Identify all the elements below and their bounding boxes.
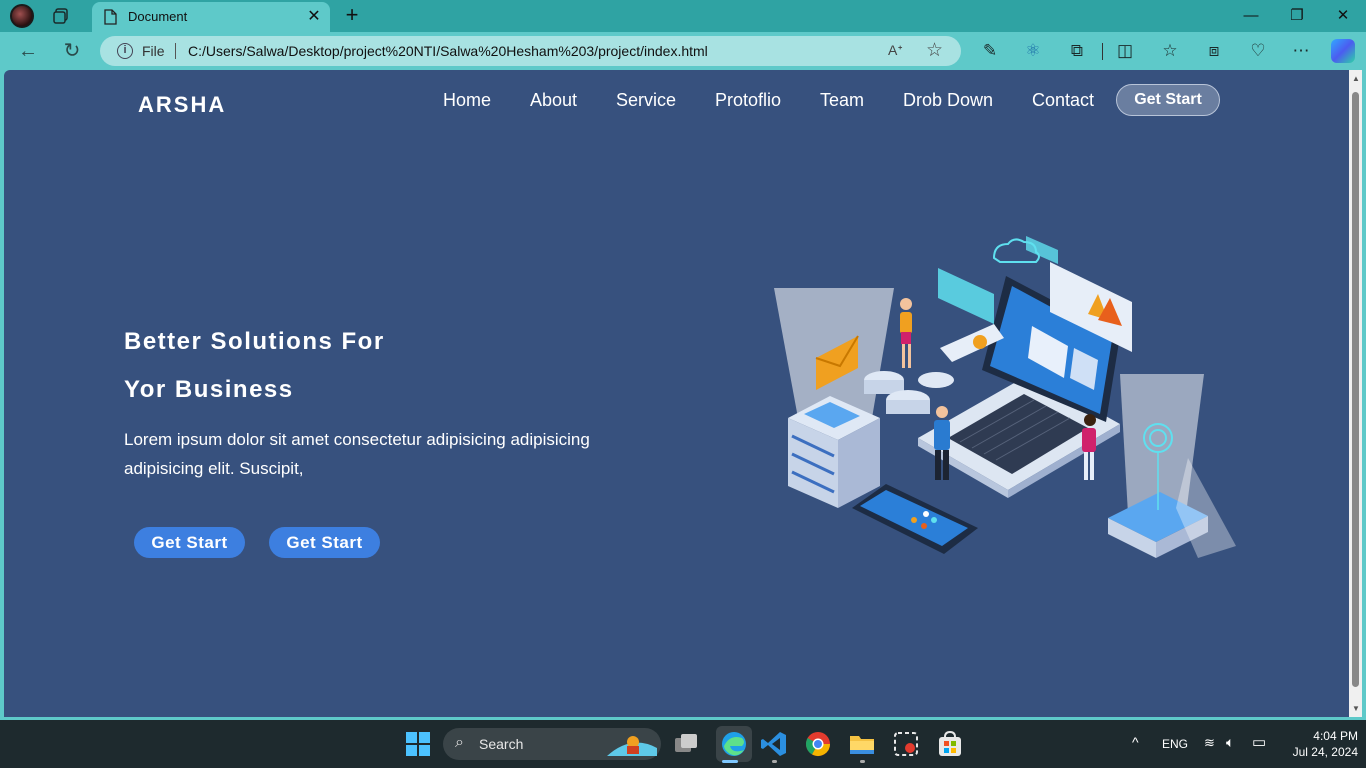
scroll-down-icon[interactable]: ▼ <box>1352 704 1360 713</box>
edge-icon[interactable] <box>720 730 748 758</box>
toolbar-divider <box>1102 43 1103 60</box>
explorer-open-indicator <box>860 760 865 763</box>
chevron-up-icon[interactable]: ^ <box>1132 734 1139 750</box>
profile-avatar[interactable] <box>10 4 34 28</box>
get-start-button-2[interactable]: Get Start <box>269 527 380 558</box>
refresh-icon[interactable]: ↻ <box>58 38 86 64</box>
close-window-icon[interactable]: ✕ <box>1320 0 1366 32</box>
language-indicator[interactable]: ENG <box>1162 737 1188 751</box>
scroll-thumb[interactable] <box>1352 92 1359 687</box>
url-text[interactable]: C:/Users/Salwa/Desktop/project%20NTI/Sal… <box>188 43 708 59</box>
search-label: Search <box>479 736 524 752</box>
windows-start-icon[interactable] <box>404 730 432 758</box>
workspaces-icon[interactable] <box>52 7 70 25</box>
hero-title-line2: Yor Business <box>124 376 294 403</box>
page-viewport: ARSHA Home About Service Protoflio Team … <box>4 70 1349 717</box>
volume-icon[interactable]: 🔈︎ <box>1226 734 1234 751</box>
hero-illustration <box>774 236 1236 558</box>
favorite-star-icon[interactable]: ☆ <box>926 39 943 62</box>
page-scrollbar[interactable]: ▲ ▼ <box>1349 70 1362 717</box>
extensions-icon[interactable]: ⧉ <box>1066 40 1088 62</box>
search-highlight-icon <box>607 736 657 756</box>
microsoft-store-icon[interactable] <box>936 730 964 758</box>
minimize-icon[interactable]: — <box>1228 0 1274 32</box>
taskbar-clock[interactable]: 4:04 PM Jul 24, 2024 <box>1268 728 1358 760</box>
windows-taskbar: ⌕ Search ^ ENG ≋ 🔈︎ ▭ 4:04 PM Jul 24, 20… <box>0 720 1366 768</box>
document-icon <box>104 9 117 25</box>
copilot-icon[interactable] <box>1331 39 1355 63</box>
vscode-icon[interactable] <box>760 730 788 758</box>
close-tab-icon[interactable]: ✕ <box>304 7 324 27</box>
info-icon[interactable]: i <box>117 43 133 59</box>
scheme-label: File <box>142 43 165 59</box>
more-menu-icon[interactable]: ⋯ <box>1290 40 1312 62</box>
file-explorer-icon[interactable] <box>848 730 876 758</box>
new-tab-icon[interactable]: + <box>340 4 364 28</box>
edge-active-indicator <box>722 760 738 763</box>
snipping-tool-icon[interactable] <box>892 730 920 758</box>
clock-time: 4:04 PM <box>1313 729 1358 743</box>
chrome-icon[interactable] <box>804 730 832 758</box>
hero-title-line1: Better Solutions For <box>124 328 385 355</box>
task-view-icon[interactable] <box>672 730 700 758</box>
omnibox-divider <box>175 43 176 59</box>
tab-title: Document <box>128 9 188 24</box>
nav-contact[interactable]: Contact <box>1032 90 1094 111</box>
get-start-button-1[interactable]: Get Start <box>134 527 245 558</box>
favorites-icon[interactable]: ☆ <box>1159 40 1181 62</box>
tab-document[interactable]: Document ✕ <box>92 2 330 32</box>
address-toolbar: ← ↻ i File C:/Users/Salwa/Desktop/projec… <box>0 32 1366 70</box>
site-logo[interactable]: ARSHA <box>138 92 226 118</box>
nav-portfolio[interactable]: Protoflio <box>715 90 781 111</box>
browser-tab-bar: Document ✕ + — ❐ ✕ <box>0 0 1366 32</box>
hero-text: Lorem ipsum dolor sit amet consectetur a… <box>124 430 590 478</box>
taskbar-search[interactable]: ⌕ Search <box>443 728 661 760</box>
back-icon[interactable]: ← <box>14 38 42 64</box>
nav-service[interactable]: Service <box>616 90 676 111</box>
get-start-nav-button[interactable]: Get Start <box>1116 84 1220 116</box>
scroll-up-icon[interactable]: ▲ <box>1352 74 1360 83</box>
nav-home[interactable]: Home <box>443 90 491 111</box>
clock-date: Jul 24, 2024 <box>1292 745 1358 759</box>
collections-icon[interactable]: ⧈ <box>1203 40 1225 62</box>
address-bar[interactable]: i File C:/Users/Salwa/Desktop/project%20… <box>100 36 961 66</box>
read-aloud-icon[interactable]: Aᐩ <box>888 42 903 59</box>
vscode-open-indicator <box>772 760 777 763</box>
react-devtools-icon[interactable]: ⚛ <box>1022 40 1044 62</box>
restore-icon[interactable]: ❐ <box>1274 0 1320 32</box>
wifi-icon[interactable]: ≋ <box>1204 735 1215 751</box>
nav-team[interactable]: Team <box>820 90 864 111</box>
nav-dropdown[interactable]: Drob Down <box>903 90 993 111</box>
search-icon: ⌕ <box>455 734 464 751</box>
nav-about[interactable]: About <box>530 90 577 111</box>
split-screen-icon[interactable]: ◫ <box>1114 40 1136 62</box>
eyedropper-icon[interactable]: ✎ <box>979 40 1001 62</box>
battery-icon[interactable]: ▭ <box>1252 733 1266 751</box>
browser-essentials-icon[interactable]: ♡ <box>1247 40 1269 62</box>
